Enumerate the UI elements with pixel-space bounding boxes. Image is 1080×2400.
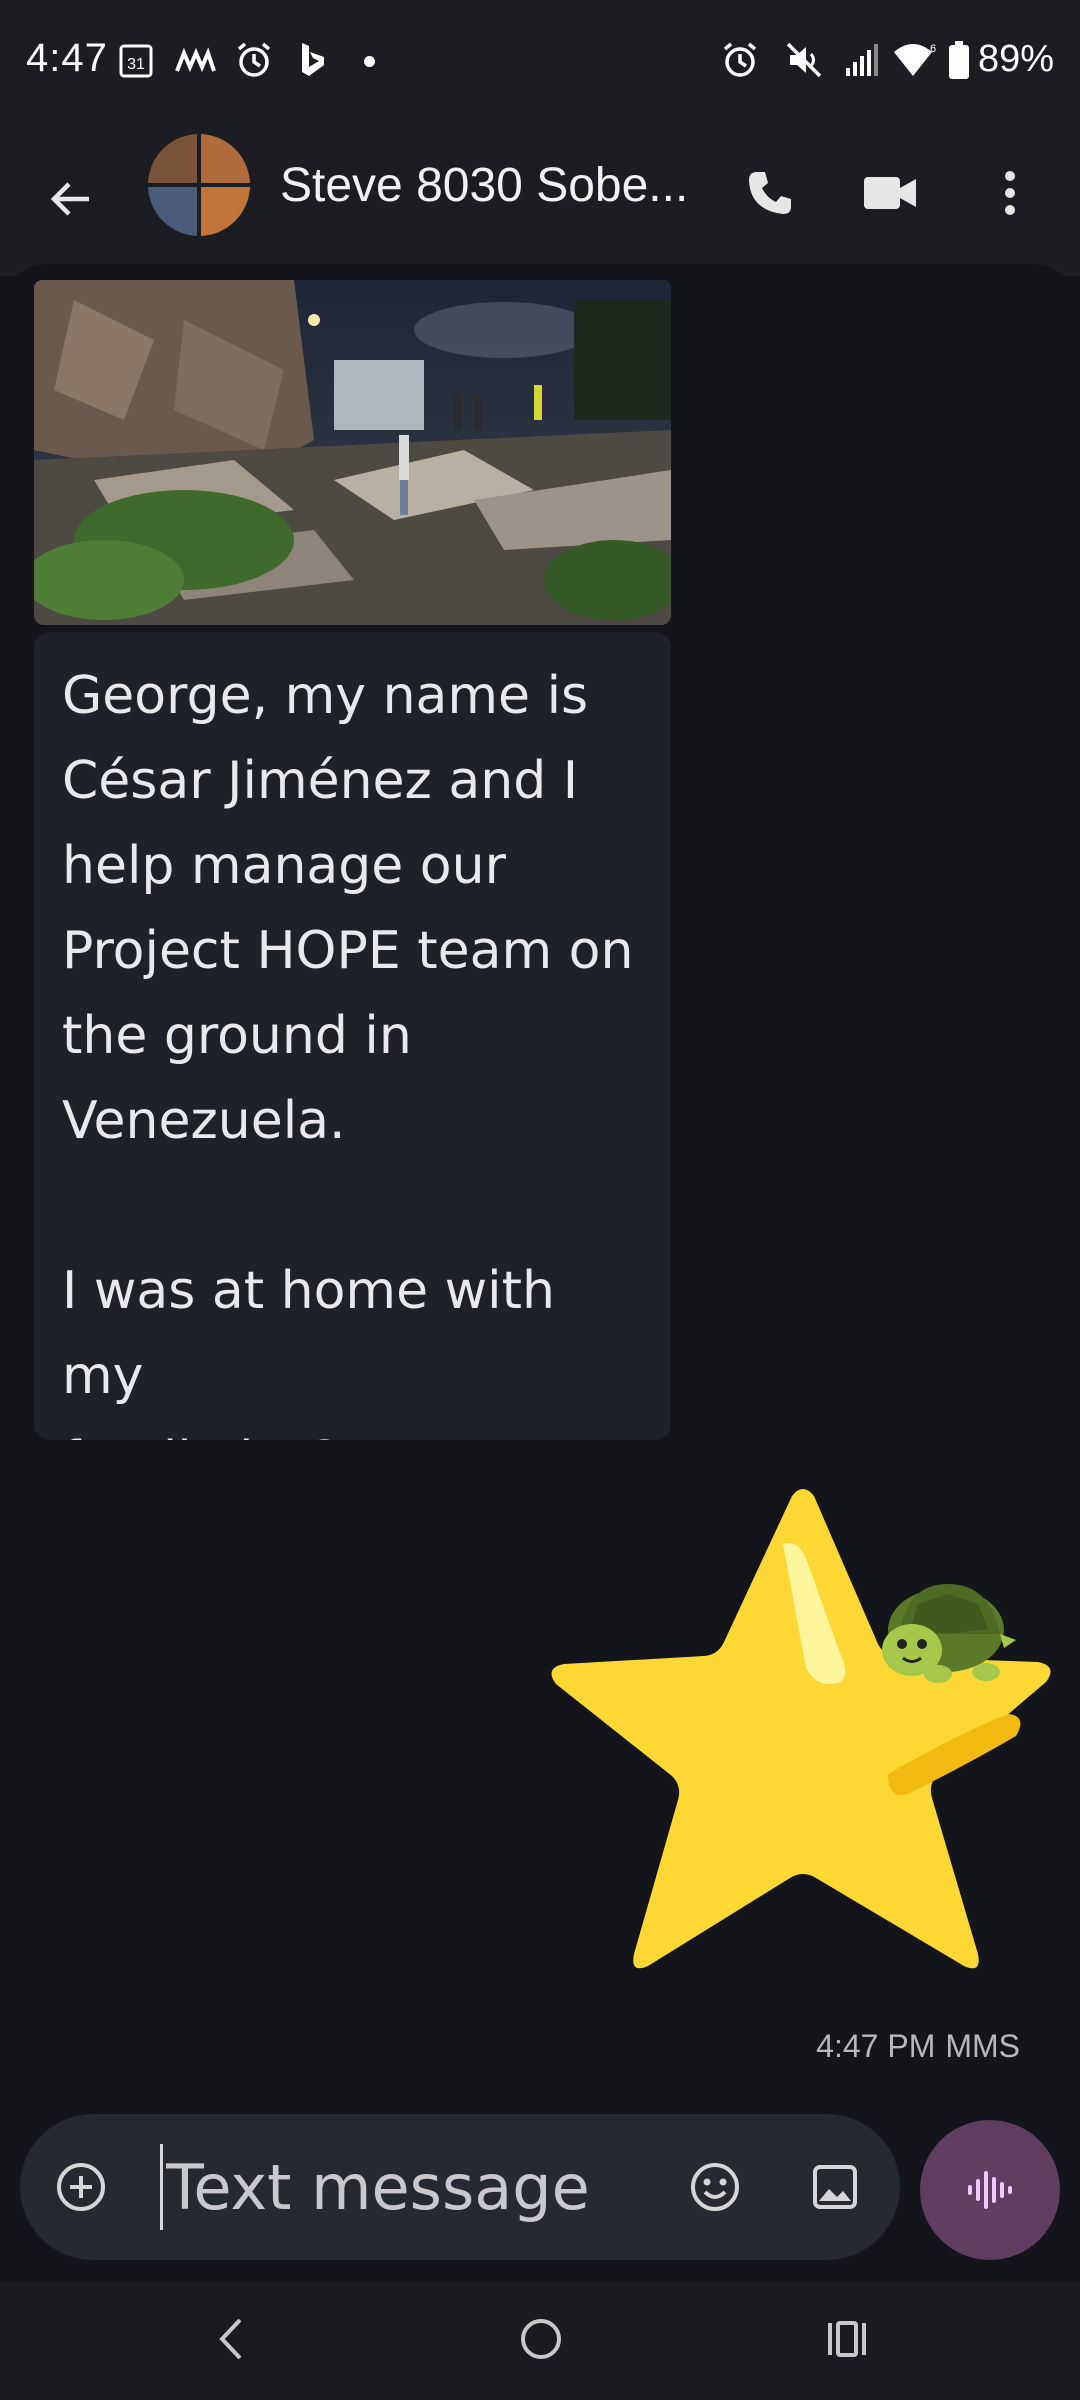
notification-dot	[364, 56, 375, 67]
video-call-icon[interactable]	[855, 158, 925, 228]
mute-vibrate-icon	[784, 40, 824, 80]
conversation-header: Steve 8030 Sobe...	[0, 124, 1080, 276]
battery-percentage: 89%	[978, 38, 1055, 80]
contact-name[interactable]: Steve 8030 Sobe...	[280, 158, 700, 213]
threads-icon	[174, 40, 218, 80]
message-time: 4:47 PM	[816, 2028, 936, 2064]
message-list[interactable]: George, my name is César Jiménez and I h…	[0, 264, 1080, 2110]
compose-bar[interactable]	[20, 2114, 900, 2260]
back-arrow-icon[interactable]	[36, 164, 106, 234]
incoming-message-bubble[interactable]: George, my name is César Jiménez and I h…	[34, 632, 671, 1440]
nav-recents-icon[interactable]	[802, 2304, 892, 2374]
svg-text:31: 31	[127, 56, 145, 73]
message-input[interactable]	[166, 2142, 686, 2232]
star-turtle-sticker[interactable]	[538, 1484, 1058, 1984]
text-cursor	[160, 2144, 163, 2230]
voice-message-button[interactable]	[920, 2120, 1060, 2260]
more-vert-icon[interactable]	[975, 158, 1045, 228]
svg-text:6: 6	[930, 43, 936, 55]
message-timestamp: 4:47 PM MMS	[806, 2028, 1020, 2065]
battery-icon	[946, 40, 972, 80]
add-circle-icon[interactable]	[46, 2152, 116, 2222]
gallery-icon[interactable]	[800, 2152, 870, 2222]
calendar-icon: 31	[118, 40, 154, 80]
nav-home-icon[interactable]	[496, 2304, 586, 2374]
turtle-icon	[882, 1584, 1016, 1683]
system-nav-bar	[0, 2282, 1080, 2400]
status-bar: 4:47 31 6 89%	[0, 0, 1080, 124]
phone-icon[interactable]	[735, 158, 805, 228]
signal-icon	[842, 40, 882, 80]
bing-icon	[296, 40, 330, 80]
message-type: MMS	[945, 2028, 1020, 2064]
voice-waveform-icon	[968, 2171, 1012, 2209]
alarm-icon	[234, 40, 274, 80]
alarm-icon	[720, 40, 760, 80]
message-text: George, my name is César Jiménez and I h…	[62, 666, 634, 1440]
status-time: 4:47	[26, 36, 108, 80]
contact-avatar[interactable]	[148, 134, 250, 236]
emoji-icon[interactable]	[680, 2152, 750, 2222]
nav-back-icon[interactable]	[186, 2304, 276, 2374]
wifi-icon: 6	[892, 40, 938, 80]
attached-photo[interactable]	[34, 280, 671, 625]
